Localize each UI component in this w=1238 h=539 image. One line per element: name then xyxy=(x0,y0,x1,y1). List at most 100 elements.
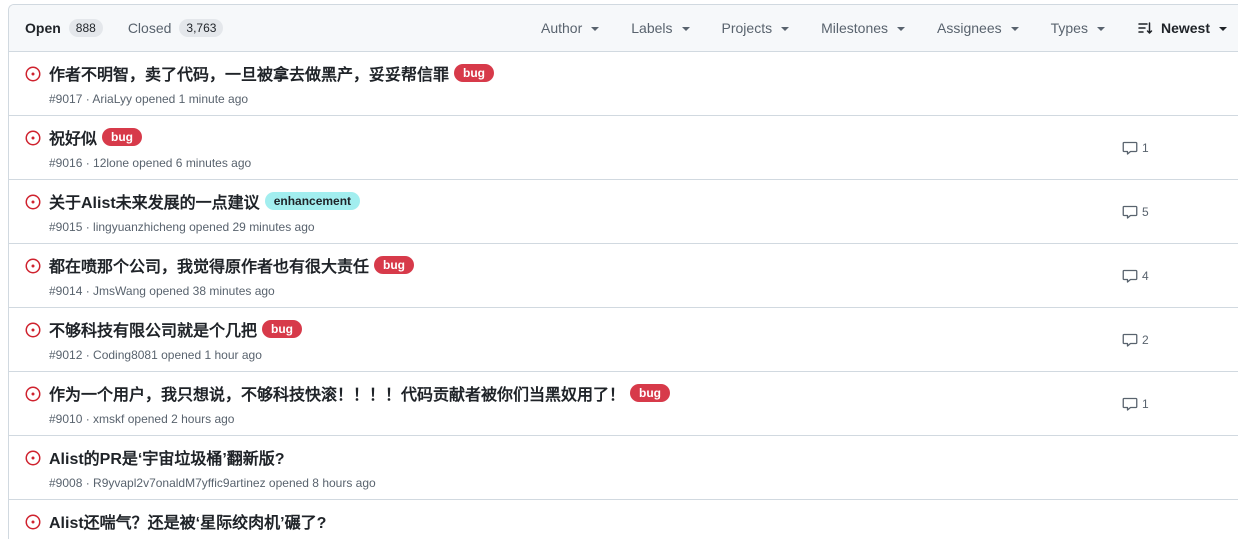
filter-bar: Author Labels Projects Milestones Assign… xyxy=(525,5,1238,51)
issue-author[interactable]: 12lone xyxy=(93,156,129,170)
issue-title[interactable]: 不够科技有限公司就是个几把 xyxy=(49,317,257,341)
comment-count[interactable]: 2 xyxy=(1122,332,1149,348)
issue-meta: #9017 · AriaLyy opened 1 minute ago xyxy=(49,92,248,106)
issue-opened-icon xyxy=(25,386,41,402)
issue-meta: #9012 · Coding8081 opened 1 hour ago xyxy=(49,348,262,362)
issue-meta: #9016 · 12lone opened 6 minutes ago xyxy=(49,156,251,170)
issue-label[interactable]: bug xyxy=(454,64,495,82)
issue-row[interactable]: 不够科技有限公司就是个几把 bug #9012 · Coding8081 ope… xyxy=(9,308,1238,372)
meta-separator: · xyxy=(82,92,93,106)
issue-meta: #9008 · R9yvapl2v7onaldM7yffic9artinez o… xyxy=(49,476,376,490)
issue-label[interactable]: bug xyxy=(374,256,415,274)
issue-number: #9014 xyxy=(49,284,83,298)
issue-label[interactable]: bug xyxy=(262,320,303,338)
issue-author[interactable]: JmsWang xyxy=(93,284,146,298)
labels-filter[interactable]: Labels xyxy=(631,20,690,36)
types-filter-label: Types xyxy=(1050,20,1088,36)
assignees-filter[interactable]: Assignees xyxy=(937,20,1019,36)
meta-separator: · xyxy=(82,476,94,490)
issue-opened-icon xyxy=(25,514,41,530)
issue-row[interactable]: 都在喷那个公司，我觉得原作者也有很大责任 bug #9014 · JmsWang… xyxy=(9,244,1238,308)
comment-count[interactable]: 5 xyxy=(1122,204,1149,220)
sort-dropdown[interactable]: Newest xyxy=(1137,20,1227,36)
open-issues-tab[interactable]: Open 888 xyxy=(25,19,103,37)
issue-label[interactable]: enhancement xyxy=(264,192,361,210)
chevron-down-icon xyxy=(781,27,790,31)
open-count-badge: 888 xyxy=(68,19,103,37)
issue-opened-time: opened 2 hours ago xyxy=(124,412,235,426)
issue-title[interactable]: Alist的PR是‘宇宙垃圾桶’翻新版? xyxy=(49,445,285,469)
meta-separator: · xyxy=(82,348,94,362)
issue-author[interactable]: AriaLyy xyxy=(92,92,132,106)
issue-label[interactable]: bug xyxy=(630,384,671,402)
issue-opened-time: opened 1 hour ago xyxy=(157,348,262,362)
chevron-down-icon xyxy=(1096,27,1105,31)
comment-count-value: 5 xyxy=(1142,205,1149,219)
issue-number: #9015 xyxy=(49,220,83,234)
labels-filter-label: Labels xyxy=(631,20,673,36)
issue-author[interactable]: R9yvapl2v7onaldM7yffic9artinez xyxy=(93,476,266,490)
issue-opened-time: opened 38 minutes ago xyxy=(145,284,275,298)
issue-row[interactable]: Alist还喘气？还是被‘星际绞肉机’碾了? xyxy=(9,500,1238,539)
issue-row[interactable]: 关于Alist未来发展的一点建议 enhancement #9015 · lin… xyxy=(9,180,1238,244)
issue-opened-icon xyxy=(25,130,41,146)
issue-title[interactable]: Alist还喘气？还是被‘星际绞肉机’碾了? xyxy=(49,509,326,533)
chevron-down-icon xyxy=(1219,27,1227,31)
milestones-filter[interactable]: Milestones xyxy=(821,20,906,36)
chevron-down-icon xyxy=(591,27,600,31)
issue-number: #9012 xyxy=(49,348,83,362)
author-filter-label: Author xyxy=(541,20,583,36)
issue-title[interactable]: 关于Alist未来发展的一点建议 xyxy=(49,189,260,213)
issue-opened-icon xyxy=(25,258,41,274)
issue-row[interactable]: 祝好似 bug #9016 · 12lone opened 6 minutes … xyxy=(9,116,1238,180)
author-filter[interactable]: Author xyxy=(541,20,600,36)
types-filter[interactable]: Types xyxy=(1051,20,1105,36)
issue-row[interactable]: 作者不明智，卖了代码，一旦被拿去做黑产，妥妥帮信罪 bug #9017 · Ar… xyxy=(9,52,1238,116)
projects-filter-label: Projects xyxy=(721,20,773,36)
comment-count[interactable]: 4 xyxy=(1122,268,1149,284)
issue-label[interactable]: bug xyxy=(102,128,143,146)
issue-author[interactable]: xmskf xyxy=(93,412,124,426)
closed-issues-tab[interactable]: Closed 3,763 xyxy=(128,19,224,37)
comment-icon xyxy=(1122,205,1138,219)
issue-opened-time: opened 6 minutes ago xyxy=(129,156,252,170)
issue-title[interactable]: 祝好似 xyxy=(49,125,97,149)
milestones-filter-label: Milestones xyxy=(821,20,889,36)
issue-opened-time: opened 1 minute ago xyxy=(131,92,249,106)
sort-label: Newest xyxy=(1160,20,1210,36)
meta-separator: · xyxy=(82,412,94,426)
issue-title[interactable]: 都在喷那个公司，我觉得原作者也有很大责任 xyxy=(49,253,369,277)
issue-opened-icon xyxy=(25,322,41,338)
chevron-down-icon xyxy=(1010,27,1019,31)
issue-title[interactable]: 作为一个用户，我只想说，不够科技快滚！！！！代码贡献者被你们当黑奴用了！ xyxy=(49,381,625,405)
issue-opened-icon xyxy=(25,450,41,466)
chevron-down-icon xyxy=(897,27,906,31)
issue-row[interactable]: 作为一个用户，我只想说，不够科技快滚！！！！代码贡献者被你们当黑奴用了！ bug… xyxy=(9,372,1238,436)
issue-title[interactable]: 作者不明智，卖了代码，一旦被拿去做黑产，妥妥帮信罪 xyxy=(49,61,449,85)
comment-count-value: 1 xyxy=(1142,397,1149,411)
comment-count[interactable]: 1 xyxy=(1122,140,1149,156)
comment-icon xyxy=(1122,397,1138,411)
projects-filter[interactable]: Projects xyxy=(722,20,790,36)
issue-meta: #9015 · lingyuanzhicheng opened 29 minut… xyxy=(49,220,315,234)
assignees-filter-label: Assignees xyxy=(937,20,1002,36)
meta-separator: · xyxy=(82,220,94,234)
issue-meta: #9010 · xmskf opened 2 hours ago xyxy=(49,412,234,426)
comment-count[interactable]: 1 xyxy=(1122,396,1149,412)
comment-icon xyxy=(1122,333,1138,347)
comment-icon xyxy=(1122,141,1138,155)
issue-rows: 作者不明智，卖了代码，一旦被拿去做黑产，妥妥帮信罪 bug #9017 · Ar… xyxy=(9,52,1238,539)
comment-count-value: 4 xyxy=(1142,269,1149,283)
comment-icon xyxy=(1122,269,1138,283)
issue-opened-time: opened 8 hours ago xyxy=(265,476,376,490)
issue-number: #9010 xyxy=(49,412,83,426)
issue-meta: #9014 · JmsWang opened 38 minutes ago xyxy=(49,284,275,298)
issue-number: #9008 xyxy=(49,476,83,490)
issue-author[interactable]: Coding8081 xyxy=(93,348,158,362)
issue-number: #9016 xyxy=(49,156,83,170)
meta-separator: · xyxy=(82,284,94,298)
issues-list-header: Open 888 Closed 3,763 Author Labels Proj… xyxy=(9,5,1238,52)
comment-count-value: 1 xyxy=(1142,141,1149,155)
issue-author[interactable]: lingyuanzhicheng xyxy=(93,220,186,234)
issue-row[interactable]: Alist的PR是‘宇宙垃圾桶’翻新版? #9008 · R9yvapl2v7o… xyxy=(9,436,1238,500)
